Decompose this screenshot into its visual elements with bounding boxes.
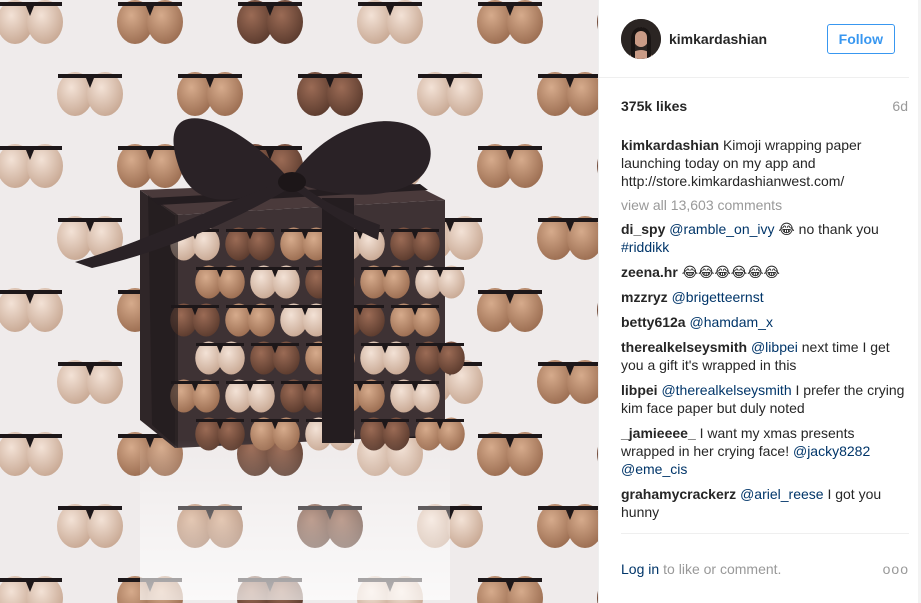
emoji-pattern-item bbox=[477, 0, 543, 44]
gift-wrapping-image bbox=[0, 0, 598, 603]
mention-link[interactable]: #riddikk bbox=[621, 239, 669, 255]
emoji-pattern-item bbox=[0, 432, 63, 476]
comment-item: therealkelseysmith @libpei next time I g… bbox=[621, 338, 908, 374]
comment-username[interactable]: betty612a bbox=[621, 314, 686, 330]
emoji-pattern-item bbox=[477, 144, 543, 188]
emoji-pattern-item bbox=[477, 288, 543, 332]
avatar[interactable] bbox=[621, 18, 661, 59]
emoji-pattern-item bbox=[537, 72, 598, 116]
comment-item: betty612a @hamdam_x bbox=[621, 313, 908, 331]
emoji-pattern-item bbox=[537, 216, 598, 260]
comment-username[interactable]: di_spy bbox=[621, 221, 665, 237]
likes-count[interactable]: 375k likes bbox=[621, 98, 687, 114]
comment-username[interactable]: libpei bbox=[621, 382, 658, 398]
post-stats: 375k likes 6d bbox=[599, 78, 921, 114]
avatar-image bbox=[621, 18, 661, 59]
emoji-pattern-item bbox=[297, 72, 363, 116]
follow-button[interactable]: Follow bbox=[826, 23, 895, 54]
emoji-pattern-item bbox=[117, 144, 183, 188]
comment-username[interactable]: kimkardashian bbox=[621, 137, 719, 153]
view-all-comments-link[interactable]: view all 13,603 comments bbox=[621, 197, 908, 213]
comment-username[interactable]: zeena.hr bbox=[621, 264, 678, 280]
comment-item: zeena.hr 😂😂😂😂😂😂 bbox=[621, 263, 908, 281]
login-link[interactable]: Log in bbox=[621, 561, 659, 577]
post-age[interactable]: 6d bbox=[892, 98, 908, 114]
comment-username[interactable]: grahamycrackerz bbox=[621, 486, 736, 502]
emoji-pattern-item bbox=[357, 0, 423, 44]
instagram-post: kimkardashian Follow 375k likes 6d kimka… bbox=[0, 0, 921, 603]
mention-link[interactable]: @jacky8282 bbox=[793, 443, 870, 459]
emoji-pattern-item bbox=[57, 504, 123, 548]
emoji-pattern-item bbox=[417, 72, 483, 116]
comment-list: kimkardashian Kimoji wrapping paper laun… bbox=[599, 114, 921, 526]
post-username[interactable]: kimkardashian bbox=[669, 31, 827, 47]
emoji-pattern-item bbox=[0, 144, 63, 188]
comment-item: mzzryz @brigetteernst bbox=[621, 288, 908, 306]
post-header: kimkardashian Follow bbox=[599, 0, 909, 78]
emoji-pattern-item bbox=[537, 360, 598, 404]
post-sidebar: kimkardashian Follow 375k likes 6d kimka… bbox=[598, 0, 921, 603]
comment-item: libpei @therealkelseysmith I prefer the … bbox=[621, 381, 908, 417]
emoji-pattern-item bbox=[0, 576, 63, 603]
emoji-pattern-item bbox=[0, 0, 63, 44]
post-footer: Log in to like or comment. ooo bbox=[621, 533, 909, 603]
emoji-pattern-item bbox=[177, 72, 243, 116]
mention-link[interactable]: @ramble_on_ivy bbox=[669, 221, 774, 237]
emoji-pattern-item bbox=[0, 288, 63, 332]
emoji-pattern-item bbox=[57, 360, 123, 404]
comment-username[interactable]: mzzryz bbox=[621, 289, 668, 305]
comment-item: di_spy @ramble_on_ivy 😂 no thank you #ri… bbox=[621, 220, 908, 256]
mention-link[interactable]: @eme_cis bbox=[621, 461, 687, 477]
mention-link[interactable]: @hamdam_x bbox=[689, 314, 772, 330]
more-options-icon[interactable]: ooo bbox=[883, 561, 909, 577]
gift-box bbox=[75, 118, 465, 600]
emoji-pattern-item bbox=[57, 72, 123, 116]
comment-text: 😂 no thank you bbox=[774, 221, 879, 237]
mention-link[interactable]: @brigetteernst bbox=[672, 289, 764, 305]
login-prompt-text: to like or comment. bbox=[663, 560, 782, 577]
comment-item: grahamycrackerz @ariel_reese I got you h… bbox=[621, 485, 908, 521]
post-caption: kimkardashian Kimoji wrapping paper laun… bbox=[621, 136, 908, 190]
emoji-pattern-item bbox=[477, 576, 543, 603]
comment-username[interactable]: _jamieeee_ bbox=[621, 425, 696, 441]
comment-text: 😂😂😂😂😂😂 bbox=[681, 264, 780, 280]
comment-item: _jamieeee_ I want my xmas presents wrapp… bbox=[621, 424, 908, 478]
emoji-pattern-item bbox=[477, 432, 543, 476]
post-photo[interactable] bbox=[0, 0, 598, 603]
comment-username[interactable]: therealkelseysmith bbox=[621, 339, 747, 355]
mention-link[interactable]: @libpei bbox=[751, 339, 798, 355]
mention-link[interactable]: @ariel_reese bbox=[740, 486, 823, 502]
emoji-pattern-item bbox=[117, 0, 183, 44]
emoji-pattern-item bbox=[237, 0, 303, 44]
emoji-pattern-item bbox=[537, 504, 598, 548]
mention-link[interactable]: @therealkelseysmith bbox=[661, 382, 791, 398]
